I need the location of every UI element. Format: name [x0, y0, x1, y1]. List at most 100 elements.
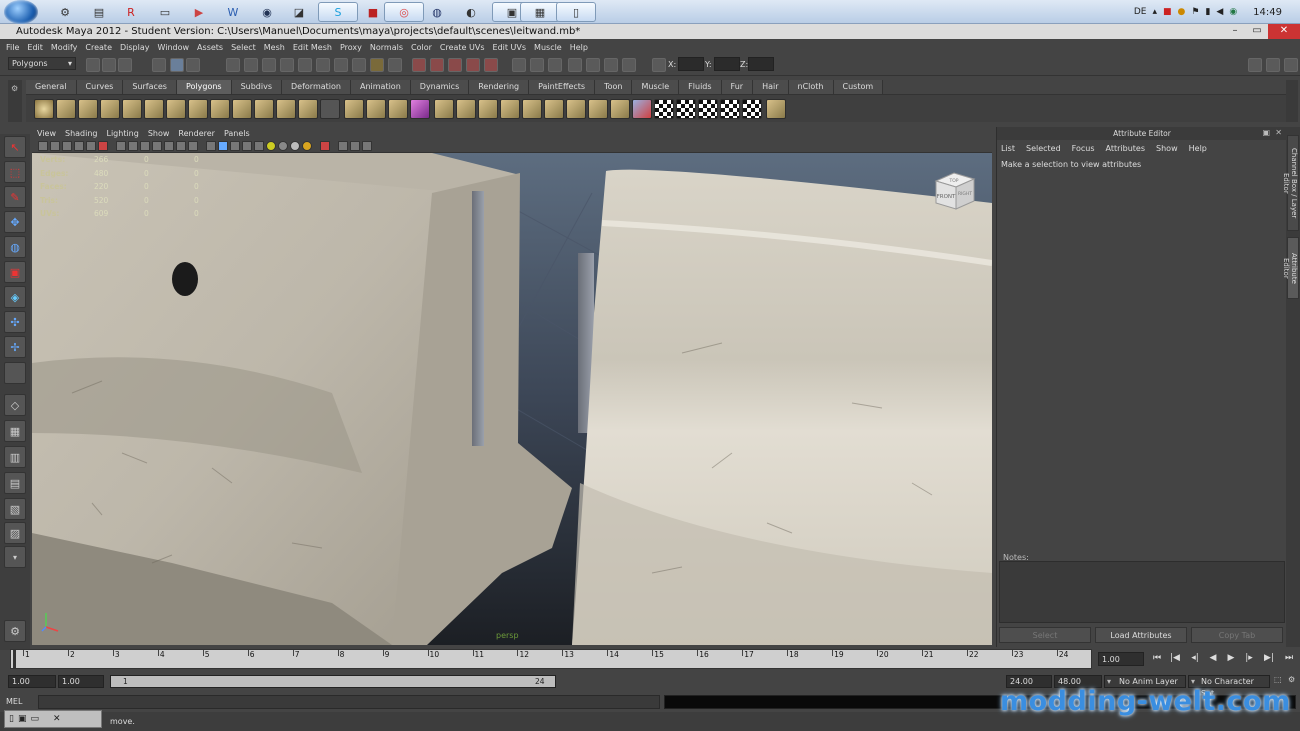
render-view-icon[interactable] — [568, 58, 582, 72]
app-icon-2[interactable]: ▤ — [86, 2, 112, 22]
close-panel-icon[interactable]: ✕ — [1275, 128, 1282, 137]
menu-set-dropdown[interactable]: Polygons ▾ — [8, 57, 76, 70]
viewport-menu-renderer[interactable]: Renderer — [178, 129, 215, 138]
menu-color[interactable]: Color — [411, 43, 432, 52]
close-icon[interactable]: ✕ — [53, 714, 61, 724]
shelf-options[interactable]: ⚙ — [8, 80, 22, 122]
view-cube[interactable]: TOP FRONT RIGHT — [932, 167, 978, 213]
ae-menu-list[interactable]: List — [1001, 144, 1015, 153]
step-back-key-icon[interactable]: |◀ — [1168, 653, 1182, 665]
media-icon[interactable]: ▶ — [186, 2, 212, 22]
attribute-editor-tab[interactable]: Attribute Editor — [1282, 237, 1299, 299]
snap-point-icon[interactable] — [448, 58, 462, 72]
menu-select[interactable]: Select — [231, 43, 256, 52]
current-time-marker[interactable] — [13, 650, 16, 668]
menu-edit-mesh[interactable]: Edit Mesh — [293, 43, 332, 52]
poke-icon[interactable] — [632, 99, 652, 119]
menu-muscle[interactable]: Muscle — [534, 43, 562, 52]
range-slider[interactable]: 1 24 — [110, 675, 556, 688]
persp-outliner-layout-icon[interactable]: ▥ — [4, 446, 26, 468]
play-forwards-icon[interactable]: ▶ — [1224, 653, 1238, 665]
poly-cube-icon[interactable] — [56, 99, 76, 119]
viewport-2-icon[interactable] — [338, 141, 348, 151]
wireframe-on-shaded-icon[interactable] — [140, 141, 150, 151]
camera-attributes-icon[interactable] — [50, 141, 60, 151]
perspective-viewport[interactable]: Verts: 266 0 0 Edges: 480 0 0 Faces: 220 0 0 Tris… — [32, 153, 992, 645]
append-polygon-icon[interactable] — [478, 99, 498, 119]
select-deformations-icon[interactable] — [298, 58, 312, 72]
camera-select-icon[interactable] — [38, 141, 48, 151]
select-dynamics-icon[interactable] — [316, 58, 330, 72]
gold-sphere-icon[interactable] — [302, 141, 312, 151]
menu-assets[interactable]: Assets — [197, 43, 223, 52]
sculpt-icon[interactable] — [320, 99, 340, 119]
grid-toggle-icon[interactable] — [86, 141, 96, 151]
menu-create[interactable]: Create — [85, 43, 112, 52]
steam-icon[interactable]: ◐ — [458, 2, 484, 22]
toggle-attribute-editor-icon[interactable] — [1248, 58, 1262, 72]
outliner-layout-icon[interactable]: ▨ — [4, 522, 26, 544]
smooth-icon[interactable] — [344, 99, 364, 119]
input-ops-icon[interactable] — [530, 58, 544, 72]
persp-graph-layout-icon[interactable]: ▤ — [4, 472, 26, 494]
step-back-frame-icon[interactable]: ◂| — [1188, 653, 1202, 665]
select-curves-icon[interactable] — [262, 58, 276, 72]
app-icon-10[interactable]: ■ — [360, 2, 386, 22]
menu-help[interactable]: Help — [570, 43, 588, 52]
combine-icon[interactable] — [254, 99, 274, 119]
menu-edit-uvs[interactable]: Edit UVs — [493, 43, 527, 52]
tray-arrow-icon[interactable]: ▴ — [1152, 7, 1157, 17]
maximize-icon[interactable]: ▭ — [30, 714, 39, 724]
tab-painteffects[interactable]: PaintEffects — [529, 80, 596, 94]
lock-selection-icon[interactable] — [370, 58, 384, 72]
render-frame-icon[interactable] — [586, 58, 600, 72]
tray-icon-2[interactable]: ● — [1178, 7, 1186, 17]
menu-proxy[interactable]: Proxy — [340, 43, 362, 52]
collapse-icon[interactable] — [610, 99, 630, 119]
playback-start-field[interactable]: 1.00 — [58, 675, 104, 688]
shelf-scroll[interactable] — [1286, 80, 1298, 122]
maya-taskbar-icon[interactable]: ▯ — [556, 2, 596, 22]
new-scene-icon[interactable] — [86, 58, 100, 72]
render-globals-icon[interactable]: ⚙ — [4, 620, 26, 642]
tab-general[interactable]: General — [26, 80, 77, 94]
minimized-window-bar[interactable]: ▯ ▣ ▭ ✕ — [4, 710, 102, 728]
lasso-tool-icon[interactable]: ⬚ — [4, 161, 26, 183]
menu-mesh[interactable]: Mesh — [264, 43, 285, 52]
start-button[interactable] — [4, 0, 38, 24]
show-manipulator-icon[interactable]: ✢ — [4, 336, 26, 358]
viewport-menu-show[interactable]: Show — [148, 129, 170, 138]
snap-live-icon[interactable] — [484, 58, 498, 72]
lit-sphere-icon[interactable] — [290, 141, 300, 151]
automatic-mapping-icon[interactable] — [720, 99, 740, 119]
rotate-tool-icon[interactable]: ◍ — [4, 236, 26, 258]
poly-pipe-icon[interactable] — [210, 99, 230, 119]
poly-pyramid-icon[interactable] — [188, 99, 208, 119]
tray-icon-1[interactable]: ■ — [1163, 7, 1172, 17]
app-icon-1[interactable]: ⚙ — [52, 2, 78, 22]
folder-icon[interactable]: ▭ — [152, 2, 178, 22]
fill-hole-icon[interactable] — [388, 99, 408, 119]
bridge-icon[interactable] — [456, 99, 476, 119]
menu-modify[interactable]: Modify — [51, 43, 78, 52]
word-icon[interactable]: W — [220, 2, 246, 22]
default-light-icon[interactable] — [266, 141, 276, 151]
app-icon-12[interactable]: ◍ — [424, 2, 450, 22]
step-forward-frame-icon[interactable]: |▸ — [1242, 653, 1256, 665]
soft-mod-tool-icon[interactable]: ✣ — [4, 311, 26, 333]
xray-icon[interactable] — [218, 141, 228, 151]
select-tool-icon[interactable]: ↖ — [4, 136, 26, 158]
offset-edge-loop-icon[interactable] — [544, 99, 564, 119]
start-time-field[interactable]: 1.00 — [8, 675, 56, 688]
smooth-shade-icon[interactable] — [128, 141, 138, 151]
spherical-mapping-icon[interactable] — [698, 99, 718, 119]
current-frame-field[interactable]: 1.00 — [1098, 652, 1144, 666]
extract-icon[interactable] — [298, 99, 318, 119]
select-button[interactable]: Select — [999, 627, 1091, 643]
viewport-3-icon[interactable] — [350, 141, 360, 151]
select-joints-icon[interactable] — [244, 58, 258, 72]
mel-label[interactable]: MEL — [6, 697, 22, 706]
poly-plane-icon[interactable] — [122, 99, 142, 119]
restore-icon[interactable]: ▣ — [18, 714, 27, 724]
tab-deformation[interactable]: Deformation — [282, 80, 351, 94]
